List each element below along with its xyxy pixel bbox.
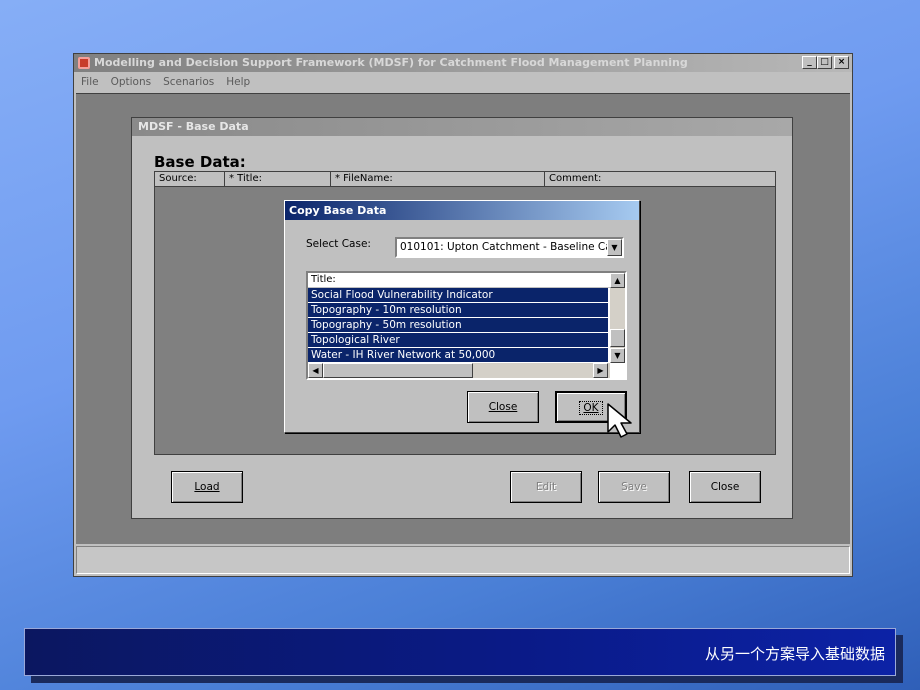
column-source[interactable]: Source: xyxy=(155,172,225,186)
menu-file[interactable]: File xyxy=(81,73,99,91)
base-close-button[interactable]: Close xyxy=(689,471,761,503)
list-item[interactable]: Topography - 50m resolution xyxy=(308,318,608,333)
vertical-scroll-thumb[interactable] xyxy=(610,329,625,347)
menu-scenarios[interactable]: Scenarios xyxy=(163,73,214,91)
maximize-button[interactable]: □ xyxy=(817,56,832,69)
caption-banner: 从另一个方案导入基础数据 xyxy=(24,628,896,676)
load-button-label: Load xyxy=(194,481,220,493)
menu-bar: File Options Scenarios Help xyxy=(74,73,852,91)
grid-header: Source: * Title: * FileName: Comment: xyxy=(155,172,775,187)
save-button[interactable]: Save xyxy=(598,471,670,503)
list-header-title: Title: xyxy=(308,273,625,288)
main-window-title: Modelling and Decision Support Framework… xyxy=(94,56,688,69)
column-title[interactable]: * Title: xyxy=(225,172,331,186)
close-window-button[interactable]: × xyxy=(834,56,849,69)
vertical-scrollbar[interactable]: ▲ ▼ xyxy=(610,273,625,363)
edit-button[interactable]: Edit xyxy=(510,471,582,503)
edit-button-label: Edit xyxy=(535,481,557,493)
load-button[interactable]: Load xyxy=(171,471,243,503)
main-title-bar[interactable]: Modelling and Decision Support Framework… xyxy=(74,54,852,72)
base-data-heading: Base Data: xyxy=(154,153,246,171)
select-case-label: Select Case: xyxy=(306,238,371,250)
scroll-up-icon[interactable]: ▲ xyxy=(610,273,625,288)
menu-options[interactable]: Options xyxy=(111,73,152,91)
copy-base-data-dialog: Copy Base Data Select Case: 010101: Upto… xyxy=(284,200,640,433)
scroll-left-icon[interactable]: ◀ xyxy=(308,363,323,378)
case-select[interactable]: 010101: Upton Catchment - Baseline Ca ▼ xyxy=(395,237,624,258)
base-close-button-label: Close xyxy=(710,481,740,493)
base-data-title-bar[interactable]: MDSF - Base Data xyxy=(132,118,792,136)
case-select-value: 010101: Upton Catchment - Baseline Ca xyxy=(400,241,612,253)
dropdown-arrow-icon[interactable]: ▼ xyxy=(607,239,622,256)
horizontal-scroll-thumb[interactable] xyxy=(323,363,473,378)
dialog-close-button[interactable]: Close xyxy=(467,391,539,423)
menu-help[interactable]: Help xyxy=(226,73,250,91)
dialog-title-bar[interactable]: Copy Base Data xyxy=(285,201,639,220)
ok-button-label: OK xyxy=(579,401,603,415)
dialog-close-button-label: Close xyxy=(488,401,518,413)
list-item[interactable]: Social Flood Vulnerability Indicator xyxy=(308,288,608,303)
save-button-label: Save xyxy=(621,481,647,493)
banner-text: 从另一个方案导入基础数据 xyxy=(704,645,885,663)
list-item[interactable]: Topological River xyxy=(308,333,608,348)
title-list[interactable]: Title: Social Flood Vulnerability Indica… xyxy=(306,271,627,380)
status-bar xyxy=(76,546,850,574)
app-icon xyxy=(78,57,90,69)
column-comment[interactable]: Comment: xyxy=(545,172,775,186)
minimize-button[interactable]: _ xyxy=(802,56,817,69)
mouse-pointer-icon xyxy=(607,403,632,438)
column-filename[interactable]: * FileName: xyxy=(331,172,545,186)
horizontal-scrollbar[interactable]: ◀ ▶ xyxy=(308,363,610,378)
scroll-down-icon[interactable]: ▼ xyxy=(610,348,625,363)
scroll-right-icon[interactable]: ▶ xyxy=(593,363,608,378)
list-item[interactable]: Water - IH River Network at 50,000 xyxy=(308,348,608,363)
list-item[interactable]: Topography - 10m resolution xyxy=(308,303,608,318)
